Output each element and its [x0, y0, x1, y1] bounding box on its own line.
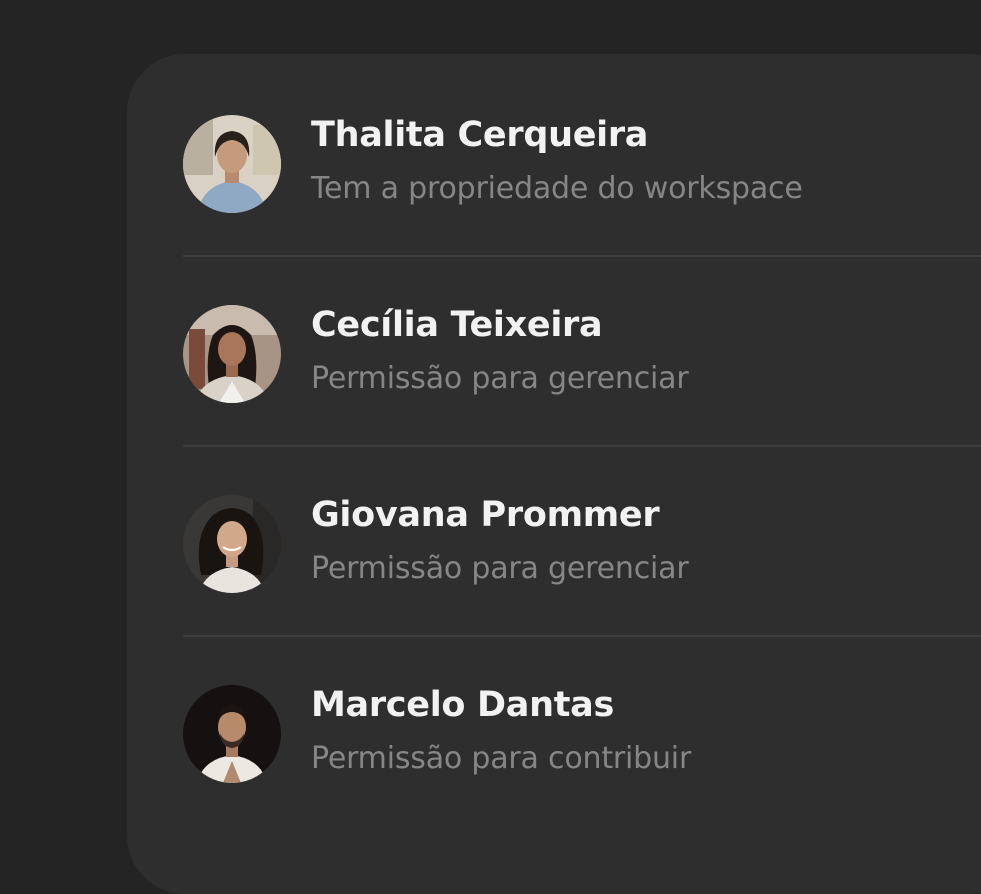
member-role: Permissão para gerenciar — [311, 551, 689, 586]
member-name: Giovana Prommer — [311, 495, 660, 535]
member-row[interactable]: Giovana Prommer Permissão para gerenciar — [183, 447, 981, 637]
avatar — [183, 495, 281, 593]
member-row[interactable]: Marcelo Dantas Permissão para contribuir — [183, 637, 981, 827]
avatar — [183, 115, 281, 213]
member-role: Permissão para contribuir — [311, 741, 692, 776]
member-name: Marcelo Dantas — [311, 685, 614, 725]
member-name: Thalita Cerqueira — [311, 115, 649, 155]
member-row[interactable]: Cecília Teixeira Permissão para gerencia… — [183, 257, 981, 447]
member-role: Permissão para gerenciar — [311, 361, 689, 396]
member-role: Tem a propriedade do workspace — [311, 171, 803, 206]
member-list: Thalita Cerqueira Tem a propriedade do w… — [183, 67, 981, 827]
member-row[interactable]: Thalita Cerqueira Tem a propriedade do w… — [183, 67, 981, 257]
member-name: Cecília Teixeira — [311, 305, 603, 345]
avatar — [183, 305, 281, 403]
avatar — [183, 685, 281, 783]
